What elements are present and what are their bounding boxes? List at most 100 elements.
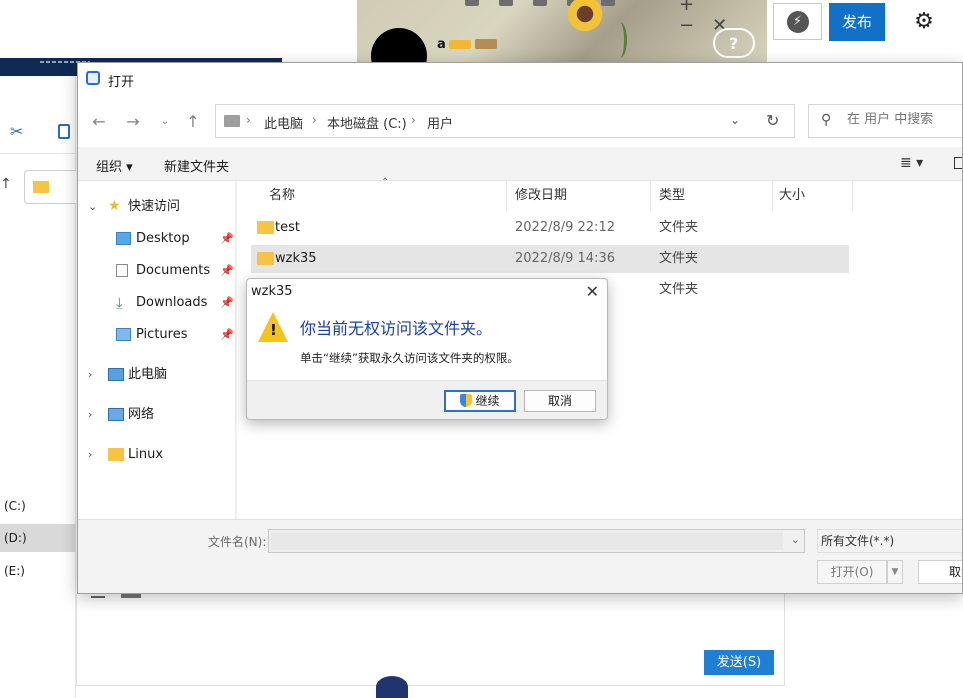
- alert-title: wzk35: [251, 284, 293, 299]
- breadcrumb-separator: ›: [312, 113, 317, 127]
- forward-arrow-icon[interactable]: →: [122, 111, 144, 133]
- file-date: 2022/8/9 22:12: [515, 220, 615, 235]
- background-topbar: [0, 0, 357, 58]
- uac-shield-icon: [460, 394, 473, 407]
- copy-icon[interactable]: [58, 124, 70, 139]
- breadcrumb-c-drive[interactable]: 本地磁盘 (C:): [327, 113, 407, 132]
- lightning-icon: ⚡: [786, 10, 809, 33]
- background-explorer-panel: [0, 58, 76, 698]
- search-input[interactable]: [847, 112, 957, 127]
- folder-icon: [224, 115, 240, 127]
- file-type: 文件夹: [659, 220, 699, 235]
- dialog-title: 打开: [108, 75, 135, 90]
- nav-label: Pictures: [136, 327, 188, 342]
- up-arrow-icon[interactable]: ↑: [182, 111, 204, 133]
- picture-icon: [116, 328, 131, 341]
- recent-dropdown-icon[interactable]: ⌄: [154, 111, 176, 133]
- pin-icon[interactable]: 📌: [220, 257, 234, 285]
- drive-c[interactable]: (C:): [0, 492, 76, 520]
- column-modified[interactable]: 修改日期: [507, 181, 651, 211]
- nav-label: Downloads: [136, 295, 208, 310]
- view-options-icon[interactable]: ≣ ▾: [900, 155, 923, 171]
- publish-button[interactable]: 发布: [829, 3, 885, 41]
- up-arrow-icon[interactable]: ↑: [0, 176, 12, 192]
- pin-icon[interactable]: 📌: [220, 225, 234, 253]
- chevron-right-icon[interactable]: ›: [88, 361, 92, 389]
- cut-icon[interactable]: ✂: [10, 122, 23, 141]
- close-icon[interactable]: ✕: [586, 282, 599, 301]
- background-toolbar: ✂: [0, 112, 76, 154]
- nav-quick-access[interactable]: ⌄ ★ 快速访问: [78, 193, 236, 221]
- open-button[interactable]: 打开(O): [817, 560, 887, 584]
- chevron-right-icon[interactable]: ›: [88, 401, 92, 429]
- file-type-filter[interactable]: 所有文件(*.*): [817, 529, 962, 553]
- dialog-footer: 文件名(N): ⌄ 所有文件(*.*) 打开(O) ▼ 取消: [78, 519, 962, 593]
- drive-e[interactable]: (E:): [0, 557, 76, 585]
- chevron-down-icon[interactable]: ⌄: [730, 113, 740, 127]
- open-dropdown-icon[interactable]: ▼: [887, 560, 903, 584]
- chat-avatar: [376, 676, 408, 698]
- computer-icon: [108, 368, 124, 381]
- sunflower-image: [565, 0, 605, 34]
- folder-icon: [108, 448, 124, 461]
- nav-pictures[interactable]: Pictures 📌: [78, 321, 236, 349]
- media-player-window: +−✕ a ?: [357, 0, 767, 62]
- search-box[interactable]: ⚲: [808, 104, 962, 138]
- pin-icon[interactable]: 📌: [220, 321, 234, 349]
- breadcrumb-users[interactable]: 用户: [427, 113, 453, 132]
- column-size[interactable]: 大小: [773, 181, 853, 211]
- level-badge: [449, 40, 471, 49]
- permission-alert: wzk35 ✕ ! 你当前无权访问该文件夹。 单击“继续”获取永久访问该文件夹的…: [246, 278, 608, 420]
- nav-desktop[interactable]: Desktop 📌: [78, 225, 236, 253]
- refresh-icon[interactable]: ↻: [766, 111, 779, 130]
- preview-pane-icon[interactable]: [954, 157, 962, 169]
- nav-documents[interactable]: Documents 📌: [78, 257, 236, 285]
- chevron-right-icon[interactable]: ›: [88, 441, 92, 469]
- continue-label: 继续: [475, 394, 500, 408]
- send-button[interactable]: 发送(S): [704, 650, 774, 675]
- nav-network[interactable]: › 网络: [78, 401, 236, 429]
- pin-icon[interactable]: 📌: [220, 289, 234, 317]
- nav-label: Documents: [136, 263, 211, 278]
- file-type: 文件夹: [659, 282, 699, 297]
- file-row-selected[interactable]: wzk35 2022/8/9 14:36 文件夹: [251, 245, 849, 273]
- desktop-icon: [116, 232, 131, 245]
- navigation-bar: ← → ⌄ ↑ › 此电脑 › 本地磁盘 (C:) › 用户 ⌄ ↻ ⚲: [78, 95, 962, 147]
- continue-button[interactable]: 继续: [444, 390, 516, 412]
- filename-input[interactable]: [271, 532, 783, 550]
- drive-d[interactable]: (D:): [0, 524, 76, 552]
- chevron-down-icon[interactable]: ⌄: [791, 533, 800, 546]
- column-type[interactable]: 类型: [651, 181, 773, 211]
- breadcrumb-separator: ›: [411, 113, 416, 127]
- cloud-help-icon[interactable]: ?: [713, 28, 755, 58]
- breadcrumb-this-pc[interactable]: 此电脑: [264, 113, 303, 132]
- background-address-bar[interactable]: [24, 170, 76, 204]
- alert-cancel-button[interactable]: 取消: [524, 390, 596, 412]
- network-icon: [108, 408, 124, 421]
- address-bar[interactable]: › 此电脑 › 本地磁盘 (C:) › 用户 ⌄ ↻: [215, 104, 795, 138]
- file-row[interactable]: test 2022/8/9 22:12 文件夹: [251, 214, 849, 242]
- flash-button[interactable]: ⚡: [773, 3, 822, 40]
- warning-icon: !: [258, 312, 288, 342]
- new-folder-button[interactable]: 新建文件夹: [164, 156, 229, 175]
- chat-input-area[interactable]: [76, 590, 785, 686]
- chevron-down-icon[interactable]: ⌄: [88, 193, 97, 221]
- file-type: 文件夹: [659, 251, 699, 266]
- gear-icon[interactable]: ⚙: [910, 8, 938, 36]
- alert-footer: 继续 取消: [247, 380, 607, 419]
- command-bar: 组织 ▾ 新建文件夹 ≣ ▾: [78, 147, 962, 181]
- filename-combobox[interactable]: ⌄: [268, 529, 805, 553]
- search-icon: ⚲: [821, 112, 832, 128]
- nav-downloads[interactable]: ⤓ Downloads 📌: [78, 289, 236, 317]
- column-name[interactable]: 名称: [251, 181, 507, 211]
- alert-detail: 单击“继续”获取永久访问该文件夹的权限。: [300, 351, 519, 365]
- nav-label: Desktop: [136, 231, 190, 246]
- nav-label: Linux: [128, 447, 164, 462]
- nav-linux[interactable]: › Linux: [78, 441, 236, 469]
- media-username: a: [437, 37, 446, 52]
- user-avatar[interactable]: [371, 28, 427, 62]
- nav-this-pc[interactable]: › 此电脑: [78, 361, 236, 389]
- cancel-button[interactable]: 取消: [918, 560, 962, 584]
- back-arrow-icon[interactable]: ←: [88, 111, 110, 133]
- organize-menu[interactable]: 组织 ▾: [96, 156, 133, 175]
